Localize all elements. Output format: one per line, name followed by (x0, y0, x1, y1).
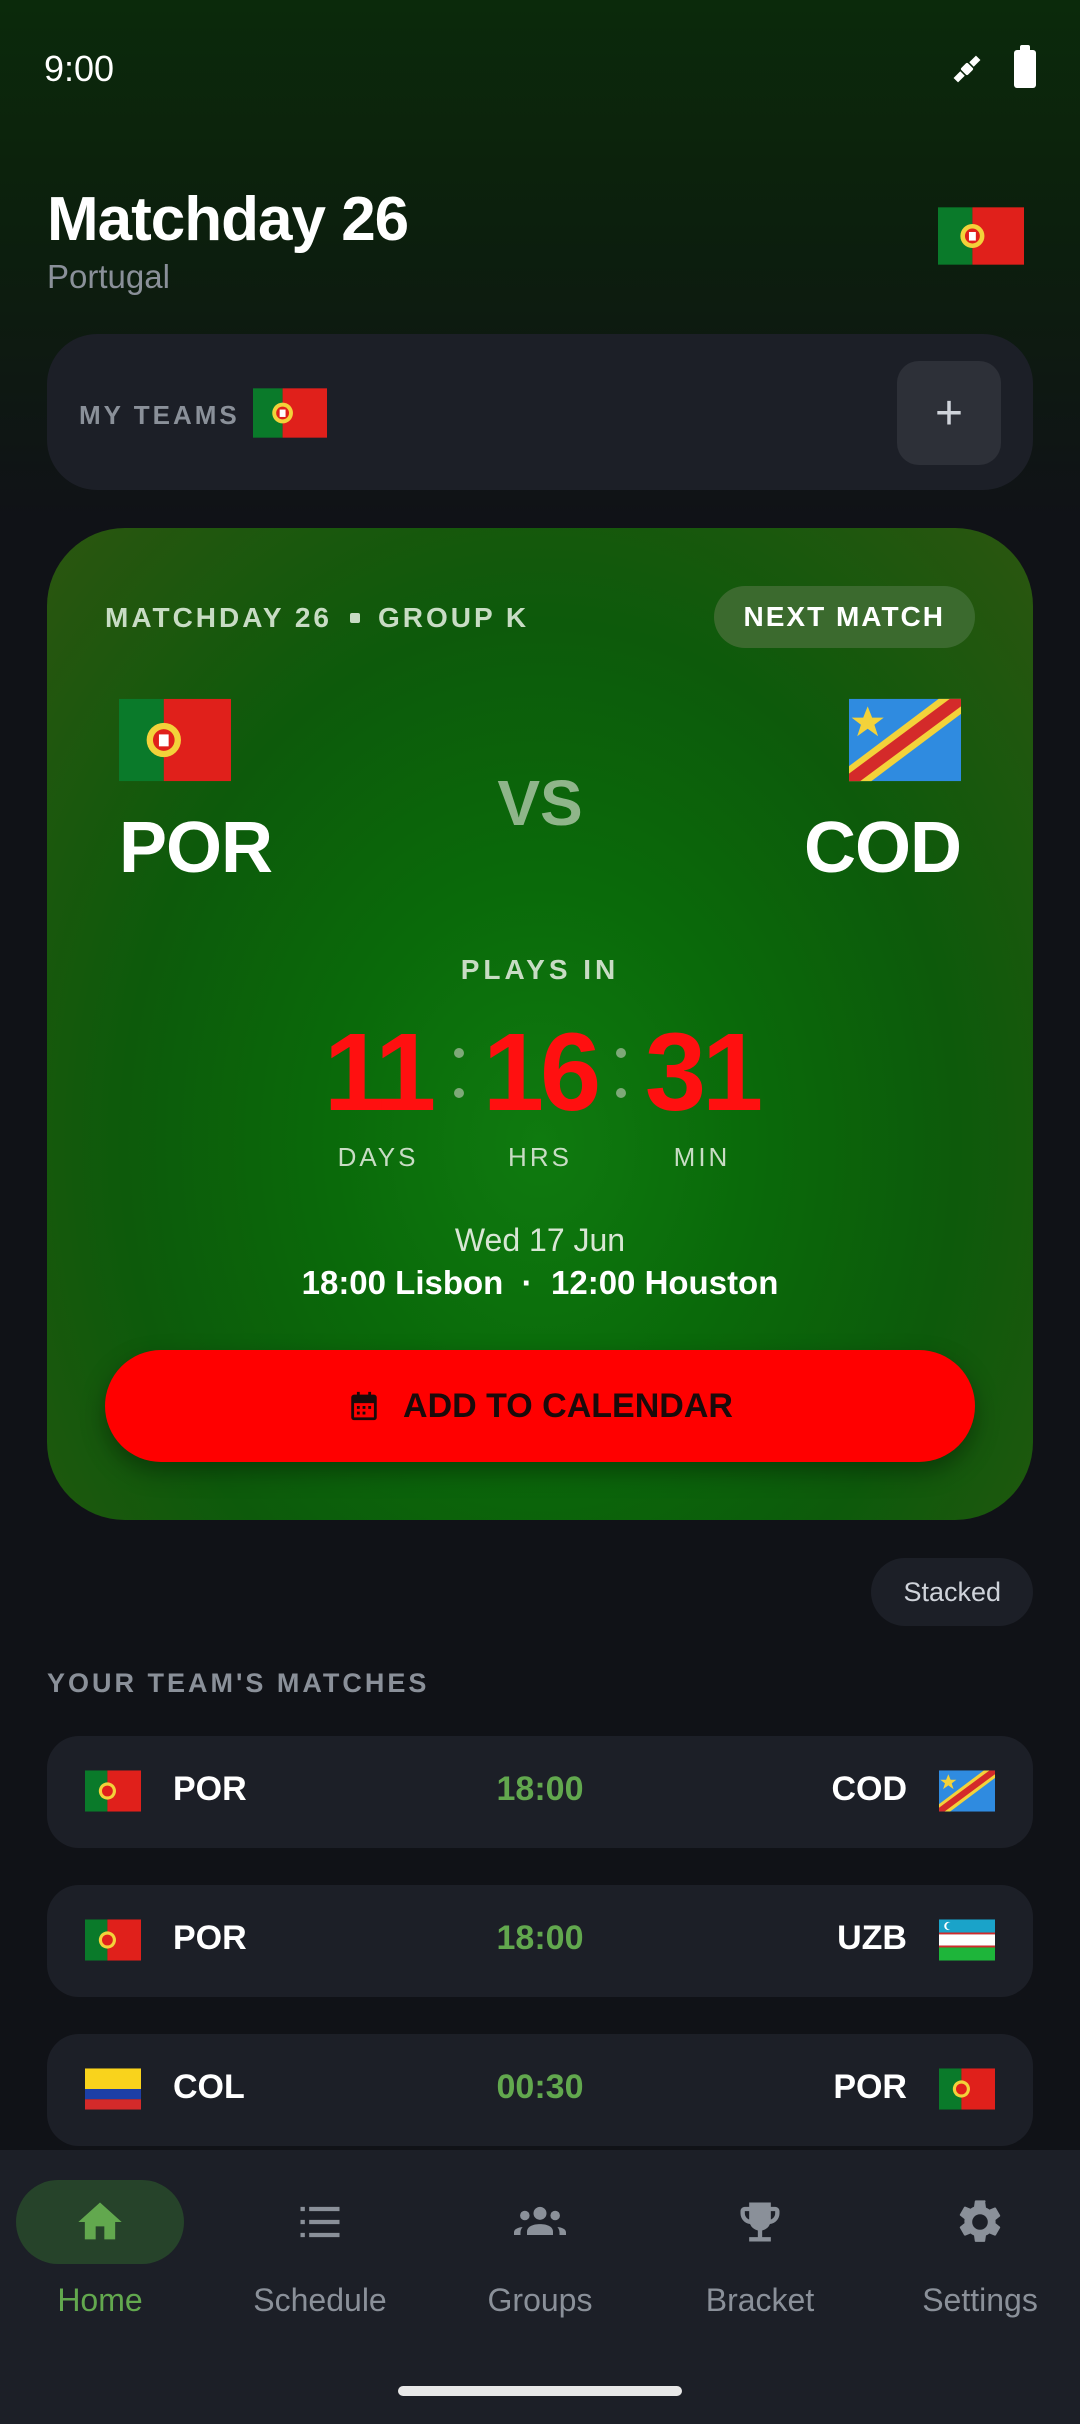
nav-item-home[interactable]: Home (0, 2180, 200, 2319)
satellite-icon (953, 55, 981, 83)
dr-congo-flag-icon (939, 1770, 995, 1812)
countdown-hours: 16 HRS (480, 1011, 601, 1173)
away-team-code: COD (804, 808, 962, 888)
dr-congo-flag-icon (849, 698, 961, 782)
home-icon (78, 2202, 122, 2240)
status-time: 9:00 (44, 48, 115, 89)
trophy-icon (740, 2202, 780, 2242)
portugal-flag-icon (939, 2068, 995, 2110)
my-teams-bar: MY TEAMS + (47, 334, 1033, 490)
countdown-days-label: DAYS (337, 1142, 419, 1172)
page-title: Matchday 26 (47, 185, 409, 254)
nav-active-indicator (16, 2180, 184, 2264)
countdown-separator (448, 1018, 470, 1128)
countdown: 11 DAYS 16 HRS 31 MIN (47, 1018, 1033, 1173)
uzbekistan-flag-icon (939, 1919, 995, 1961)
match-row[interactable]: POR 18:00 UZB (47, 1885, 1033, 1997)
page-subtitle: Portugal (47, 258, 170, 295)
add-to-calendar-button[interactable]: ADD TO CALENDAR (105, 1350, 975, 1462)
home-indicator[interactable] (398, 2386, 682, 2396)
nav-item-groups[interactable]: Groups (440, 2180, 640, 2319)
nav-icon-container (456, 2180, 624, 2264)
nav-label-groups: Groups (487, 2282, 593, 2318)
countdown-minutes-value: 31 (644, 1011, 763, 1134)
matchday-label: MATCHDAY 26 (105, 602, 332, 633)
nav-label-home: Home (57, 2282, 143, 2318)
nav-icon-container (236, 2180, 404, 2264)
countdown-days: 11 DAYS (318, 1018, 438, 1173)
away-team: COD (804, 698, 962, 889)
separator-dot (349, 613, 360, 623)
row-away-code: POR (833, 2068, 907, 2106)
nav-label-schedule: Schedule (253, 2282, 387, 2318)
countdown-separator (610, 1018, 632, 1128)
list-icon (300, 2206, 340, 2238)
gear-icon (959, 2200, 1001, 2242)
next-match-badge: NEXT MATCH (713, 586, 975, 648)
nav-item-schedule[interactable]: Schedule (220, 2180, 420, 2319)
countdown-hours-value: 16 (482, 1011, 601, 1134)
view-toggle-chip[interactable]: Stacked (871, 1558, 1033, 1626)
countdown-days-value: 11 (323, 1011, 436, 1134)
add-team-button[interactable]: + (897, 361, 1001, 465)
countdown-minutes-label: MIN (673, 1142, 731, 1172)
add-to-calendar-label: ADD TO CALENDAR (403, 1386, 733, 1425)
plays-in-label: PLAYS IN (460, 954, 620, 985)
match-row[interactable]: COL 00:30 POR (47, 2034, 1033, 2146)
status-icons (948, 45, 1036, 88)
match-times: 18:00 Lisbon · 12:00 Houston (301, 1264, 779, 1301)
bottom-navigation: Home Schedule Groups Bracket Settings (0, 2150, 1080, 2424)
nav-item-bracket[interactable]: Bracket (660, 2180, 860, 2319)
row-away-code: COD (831, 1770, 907, 1808)
group-label: GROUP K (377, 602, 530, 633)
portugal-flag-icon[interactable] (938, 204, 1024, 268)
match-row[interactable]: POR 18:00 COD (47, 1736, 1033, 1848)
match-date: Wed 17 Jun (454, 1222, 626, 1258)
nav-icon-container (676, 2180, 844, 2264)
countdown-minutes: 31 MIN (642, 1011, 763, 1173)
portugal-flag-icon[interactable] (253, 386, 327, 440)
nav-label-settings: Settings (922, 2282, 1038, 2318)
row-away-code: UZB (837, 1919, 907, 1957)
calendar-icon (351, 1391, 377, 1421)
nav-icon-container (896, 2180, 1064, 2264)
status-bar: 9:00 (0, 0, 1080, 140)
match-meta: MATCHDAY 26 GROUP K (105, 602, 529, 634)
countdown-hours-label: HRS (508, 1142, 572, 1172)
nav-label-bracket: Bracket (705, 2282, 815, 2318)
section-title: YOUR TEAM'S MATCHES (47, 1668, 430, 1698)
battery-icon (1014, 45, 1036, 88)
next-match-card[interactable]: MATCHDAY 26 GROUP K NEXT MATCH POR VS CO… (47, 528, 1033, 1520)
nav-item-settings[interactable]: Settings (880, 2180, 1080, 2319)
groups-icon (514, 2206, 566, 2235)
my-teams-label: MY TEAMS (79, 400, 240, 430)
